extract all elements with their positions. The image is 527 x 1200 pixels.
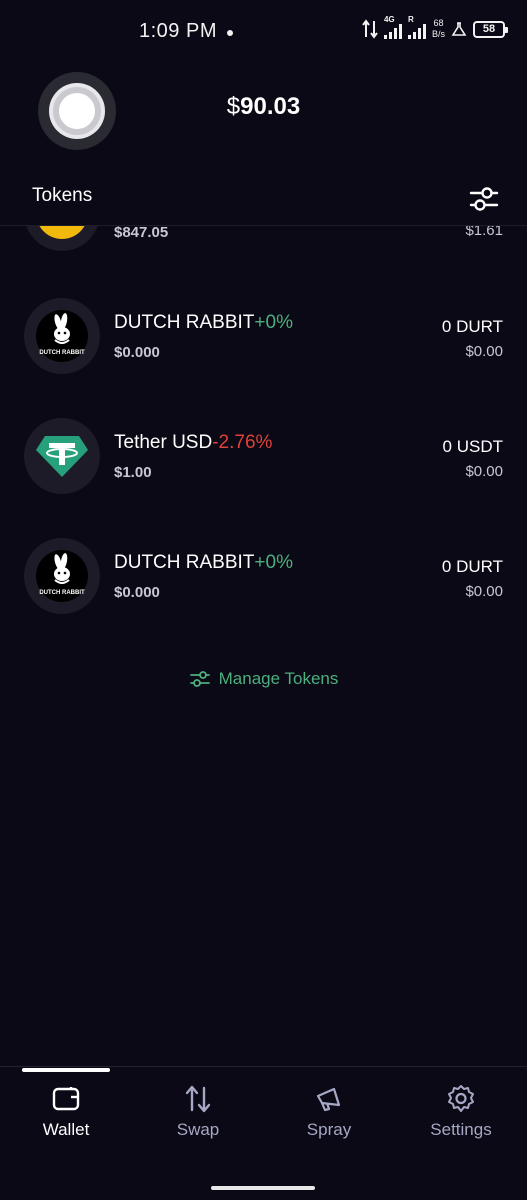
tab-swap-label: Swap	[176, 1120, 220, 1139]
dutch-rabbit-logo-text: DUTCH RABBIT	[39, 350, 85, 356]
battery-level: 58	[482, 23, 496, 35]
signal-strength-icon-2: R	[407, 15, 426, 39]
flask-icon	[451, 22, 467, 36]
sliders-icon	[189, 671, 210, 687]
token-row[interactable]: DUTCH RABBIT DUTCH RABBIT+0% $0.000 0 DU…	[0, 298, 527, 388]
balance-currency: $	[226, 93, 241, 120]
token-row[interactable]: Tether USD-2.76% $1.00 0 USDT $0.00	[0, 418, 527, 508]
token-price: $0.000	[114, 584, 160, 601]
token-logo	[24, 418, 100, 494]
token-price: $0.000	[114, 344, 160, 361]
network-type-1: 4G	[383, 15, 395, 24]
token-list[interactable]: $847.05 $1.61 DUTCH RABBIT DUTCH RABBIT+…	[0, 226, 527, 646]
token-value: $0.00	[465, 343, 503, 360]
tab-wallet-label: Wallet	[42, 1120, 90, 1139]
gear-icon	[448, 1085, 474, 1112]
network-speed-unit: B/s	[431, 29, 445, 39]
token-balance: 0 DURT	[441, 557, 503, 576]
swap-icon	[185, 1085, 211, 1113]
bottom-nav-divider	[0, 1066, 527, 1067]
megaphone-icon	[316, 1087, 341, 1112]
token-value: $0.00	[465, 583, 503, 600]
token-row[interactable]: $847.05 $1.61	[0, 226, 527, 263]
token-name: DUTCH RABBIT+0%	[114, 552, 293, 574]
notification-dot-icon	[227, 30, 233, 36]
wallet-screen: 1:09 PM 4G R 68 B/s 58 $90.03 Tokens $84…	[0, 0, 527, 1200]
tab-spray-label: Spray	[306, 1120, 352, 1139]
battery-icon: 58	[473, 20, 508, 38]
token-value: $0.00	[465, 463, 503, 480]
token-name-text: DUTCH RABBIT	[114, 552, 255, 573]
data-transfer-icon	[362, 19, 378, 39]
token-logo: DUTCH RABBIT	[24, 298, 100, 374]
balance-amount: 90.03	[240, 93, 301, 120]
token-name: Tether USD-2.76%	[114, 432, 272, 454]
status-bar: 1:09 PM 4G R 68 B/s 58	[0, 0, 527, 64]
token-logo: DUTCH RABBIT	[24, 538, 100, 614]
token-value: $1.61	[465, 226, 503, 239]
token-change: +0%	[254, 312, 293, 333]
network-speed-value: 68	[433, 18, 444, 28]
status-icons: 4G R 68 B/s 58	[362, 15, 508, 40]
sliders-icon	[469, 187, 499, 211]
dutch-rabbit-logo-text: DUTCH RABBIT	[39, 590, 85, 596]
token-name: DUTCH RABBIT+0%	[114, 312, 293, 334]
status-time: 1:09 PM	[139, 20, 217, 42]
token-change: +0%	[254, 552, 293, 573]
token-row[interactable]: DUTCH RABBIT DUTCH RABBIT+0% $0.000 0 DU…	[0, 538, 527, 628]
manage-tokens-button[interactable]: Manage Tokens	[0, 668, 527, 690]
signal-strength-icon-1: 4G	[383, 15, 402, 39]
total-balance: $90.03	[0, 93, 527, 121]
tab-wallet[interactable]: Wallet	[0, 1080, 132, 1140]
token-price: $1.00	[114, 464, 152, 481]
active-tab-indicator	[22, 1068, 110, 1072]
network-speed: 68 B/s	[432, 18, 445, 40]
token-balance: 0 DURT	[441, 317, 503, 336]
tab-spray[interactable]: Spray	[263, 1080, 395, 1140]
manage-tokens-label: Manage Tokens	[218, 669, 339, 688]
token-name-text: Tether USD	[114, 432, 213, 453]
tether-icon	[36, 436, 88, 477]
wallet-icon	[52, 1087, 80, 1111]
filter-button[interactable]	[468, 184, 500, 214]
dutch-rabbit-logo: DUTCH RABBIT	[36, 310, 88, 362]
token-change: -2.76%	[212, 432, 273, 453]
token-balance: 0 USDT	[442, 437, 503, 456]
token-price: $847.05	[114, 226, 169, 241]
token-name-text: DUTCH RABBIT	[114, 312, 255, 333]
tab-settings[interactable]: Settings	[395, 1080, 527, 1140]
tokens-heading: Tokens	[32, 185, 93, 206]
dutch-rabbit-logo: DUTCH RABBIT	[36, 550, 88, 602]
network-type-2: R	[407, 15, 414, 24]
token-logo	[24, 226, 100, 251]
bnb-icon	[39, 226, 85, 239]
tab-settings-label: Settings	[430, 1120, 492, 1139]
home-indicator[interactable]	[211, 1186, 315, 1190]
tab-swap[interactable]: Swap	[132, 1080, 264, 1140]
